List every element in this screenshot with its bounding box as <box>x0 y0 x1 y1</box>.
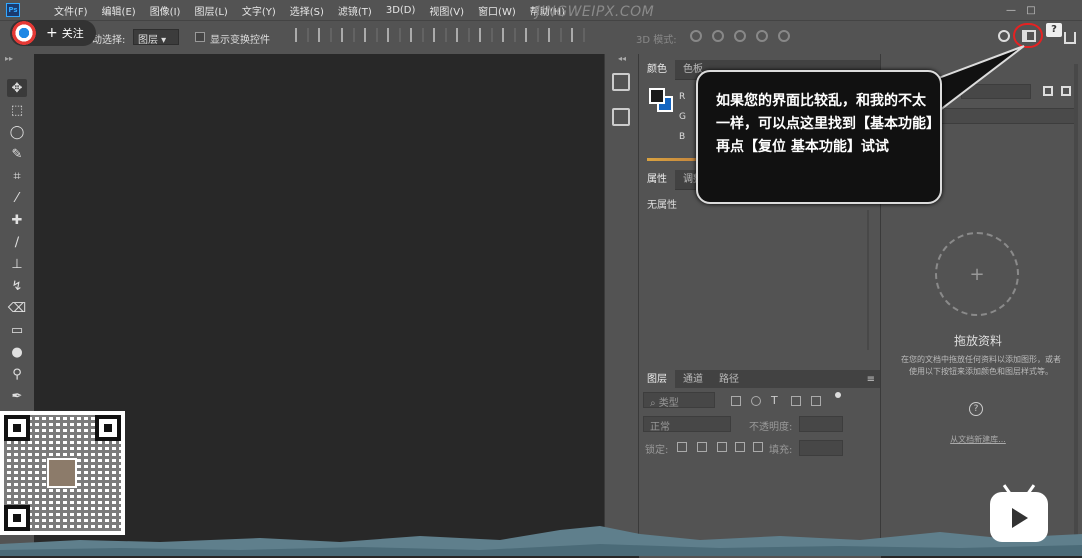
tutorial-callout: 如果您的界面比较乱，和我的不太一样，可以点这里找到【基本功能】再点【复位 基本功… <box>696 70 942 204</box>
callout-text: 如果您的界面比较乱，和我的不太一样，可以点这里找到【基本功能】再点【复位 基本功… <box>716 93 933 155</box>
